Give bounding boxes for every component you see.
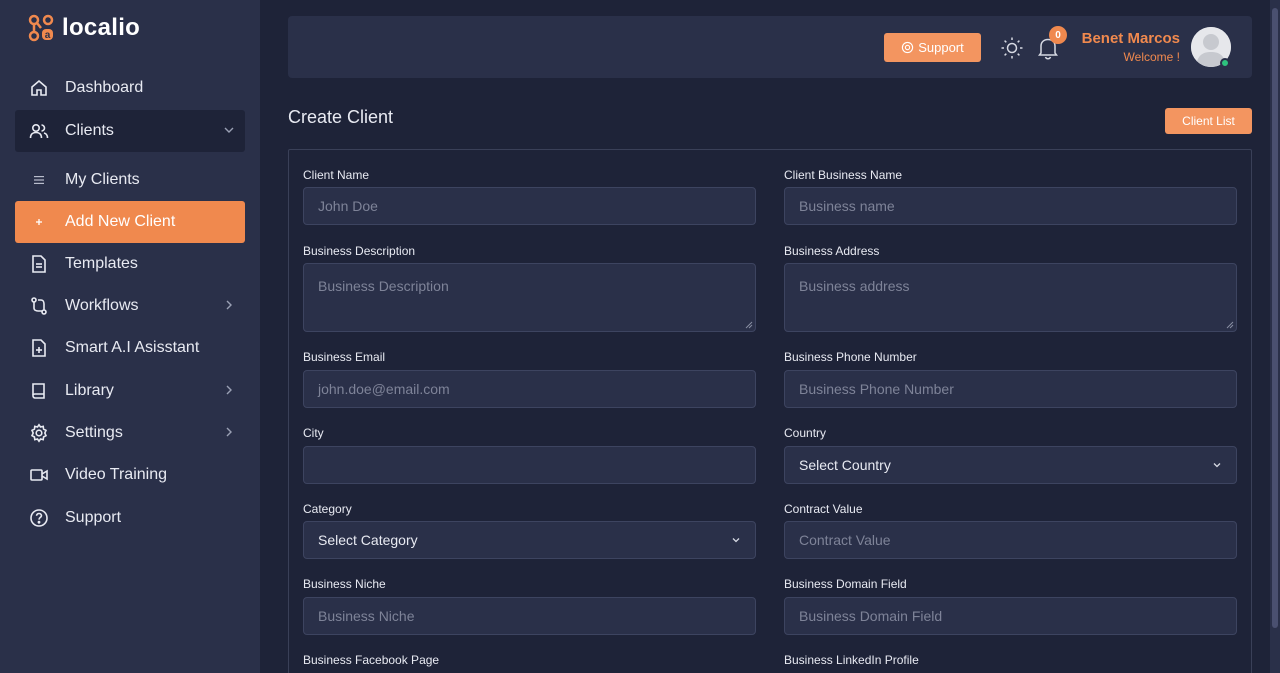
client-business-name-placeholder: Business name: [799, 198, 895, 214]
resize-handle-icon[interactable]: [1226, 321, 1234, 329]
sidebar-item-label: Clients: [65, 122, 114, 139]
business-niche-input[interactable]: Business Niche: [303, 597, 756, 635]
business-description-placeholder: Business Description: [318, 278, 449, 294]
business-niche-placeholder: Business Niche: [318, 608, 415, 624]
sidebar: a localio Dashboard Clients My Clients A…: [0, 0, 260, 673]
sidebar-item-smart-ai-assistant[interactable]: Smart A.I Asisstant: [15, 327, 245, 369]
brand-logo[interactable]: a localio: [28, 14, 140, 42]
chevron-right-icon: [226, 300, 232, 310]
sidebar-item-workflows[interactable]: Workflows: [15, 285, 245, 327]
sidebar-item-video-training[interactable]: Video Training: [15, 454, 245, 496]
sidebar-item-label: Add New Client: [65, 213, 176, 230]
sidebar-item-my-clients[interactable]: My Clients: [15, 159, 245, 201]
sidebar-item-label: Templates: [65, 255, 138, 272]
sidebar-item-label: Workflows: [65, 297, 139, 314]
client-business-name-input[interactable]: Business name: [784, 187, 1237, 225]
sidebar-item-label: Video Training: [65, 466, 167, 483]
client-name-input[interactable]: John Doe: [303, 187, 756, 225]
client-list-button[interactable]: Client List: [1165, 108, 1252, 134]
plus-icon: [29, 212, 49, 232]
sidebar-item-label: My Clients: [65, 171, 140, 188]
business-linkedin-label: Business LinkedIn Profile: [784, 653, 919, 667]
business-address-placeholder: Business address: [799, 278, 910, 294]
video-camera-icon: [29, 465, 49, 485]
book-icon: [29, 381, 49, 401]
business-domain-field-label: Business Domain Field: [784, 577, 907, 591]
theme-toggle-sun-icon[interactable]: [1000, 36, 1024, 60]
category-select[interactable]: Select Category: [303, 521, 756, 559]
help-circle-icon: [29, 508, 49, 528]
sidebar-item-label: Support: [65, 509, 122, 526]
contract-value-input[interactable]: Contract Value: [784, 521, 1237, 559]
business-phone-input[interactable]: Business Phone Number: [784, 370, 1237, 408]
client-name-label: Client Name: [303, 168, 370, 182]
sidebar-item-library[interactable]: Library: [15, 370, 245, 412]
sidebar-item-label: Smart A.I Asisstant: [65, 339, 200, 356]
chevron-down-icon: [732, 538, 740, 543]
git-branch-icon: [29, 296, 49, 316]
business-phone-label: Business Phone Number: [784, 350, 917, 364]
business-facebook-label: Business Facebook Page: [303, 653, 440, 667]
list-icon: [29, 170, 49, 190]
business-domain-field-input[interactable]: Business Domain Field: [784, 597, 1237, 635]
chevron-right-icon: [226, 385, 232, 395]
sidebar-item-label: Library: [65, 382, 114, 399]
brand-name: localio: [62, 14, 141, 41]
users-icon: [29, 121, 49, 141]
user-greeting: Welcome !: [1123, 50, 1180, 64]
support-button[interactable]: Support: [884, 33, 981, 62]
sidebar-item-templates[interactable]: Templates: [15, 243, 245, 285]
business-address-textarea[interactable]: Business address: [784, 263, 1237, 332]
user-name[interactable]: Benet Marcos: [1082, 30, 1180, 47]
chevron-down-icon: [1213, 463, 1221, 468]
business-phone-placeholder: Business Phone Number: [799, 381, 954, 397]
business-description-textarea[interactable]: Business Description: [303, 263, 756, 332]
country-label: Country: [784, 426, 827, 440]
svg-text:a: a: [45, 30, 51, 41]
lifebuoy-icon: [902, 41, 914, 54]
sidebar-item-dashboard[interactable]: Dashboard: [15, 67, 245, 109]
business-address-label: Business Address: [784, 244, 880, 258]
business-description-label: Business Description: [303, 244, 416, 258]
sidebar-item-label: Settings: [65, 424, 123, 441]
city-input[interactable]: [303, 446, 756, 484]
online-status-dot: [1220, 58, 1230, 68]
top-bar: Support 0 Benet Marcos Welcome !: [288, 16, 1252, 78]
document-icon: [29, 254, 49, 274]
notification-count-badge: 0: [1049, 26, 1067, 44]
resize-handle-icon[interactable]: [745, 321, 753, 329]
sidebar-item-settings[interactable]: Settings: [15, 412, 245, 454]
country-select[interactable]: Select Country: [784, 446, 1237, 484]
page-title: Create Client: [288, 107, 394, 127]
contract-value-label: Contract Value: [784, 502, 863, 516]
sidebar-item-label: Dashboard: [65, 79, 144, 96]
client-business-name-label: Client Business Name: [784, 168, 903, 182]
contract-value-placeholder: Contract Value: [799, 532, 891, 548]
home-icon: [29, 78, 49, 98]
logo-mark-icon: a: [28, 14, 56, 42]
chevron-down-icon: [224, 127, 234, 133]
chevron-right-icon: [226, 427, 232, 437]
category-select-value: Select Category: [318, 532, 418, 548]
business-email-input[interactable]: john.doe@email.com: [303, 370, 756, 408]
create-client-form: Client Name John Doe Client Business Nam…: [288, 149, 1252, 673]
country-select-value: Select Country: [799, 457, 891, 473]
city-label: City: [303, 426, 324, 440]
sidebar-item-add-new-client[interactable]: Add New Client: [15, 201, 245, 243]
support-button-label: Support: [918, 40, 964, 55]
scrollbar-thumb[interactable]: [1272, 8, 1278, 628]
gear-icon: [29, 423, 49, 443]
client-name-placeholder: John Doe: [318, 198, 378, 214]
business-email-placeholder: john.doe@email.com: [318, 381, 450, 397]
business-email-label: Business Email: [303, 350, 386, 364]
business-domain-field-placeholder: Business Domain Field: [799, 608, 943, 624]
sidebar-item-support[interactable]: Support: [15, 497, 245, 539]
category-label: Category: [303, 502, 352, 516]
sidebar-item-clients[interactable]: Clients: [15, 110, 245, 152]
business-niche-label: Business Niche: [303, 577, 386, 591]
file-plus-icon: [29, 338, 49, 358]
